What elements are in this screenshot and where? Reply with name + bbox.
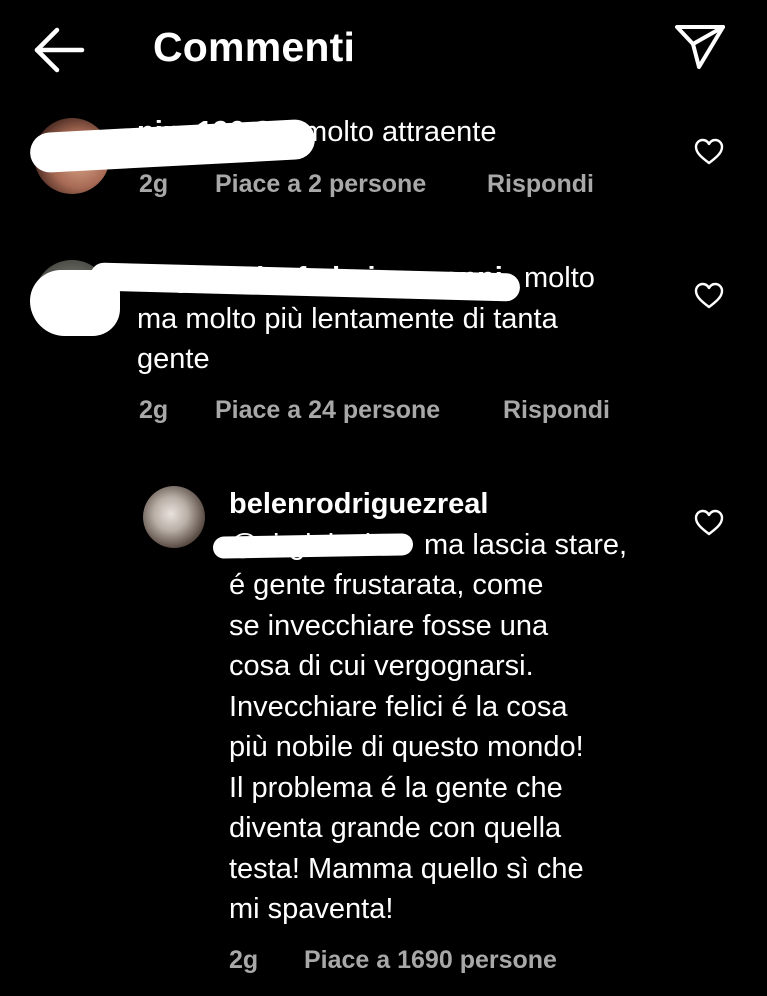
- heart-icon[interactable]: [694, 509, 724, 537]
- comment-body-line: Invecchiare felici é la cosa: [229, 690, 568, 723]
- comment-body-line: Il problema é la gente che: [229, 771, 563, 804]
- comment-likes[interactable]: Piace a 24 persone: [215, 396, 440, 425]
- reply-button[interactable]: Rispondi: [487, 170, 594, 199]
- direct-message-send-icon[interactable]: [672, 22, 728, 72]
- comment-body-line: mi spaventa!: [229, 893, 394, 925]
- reply-button[interactable]: Rispondi: [503, 396, 610, 425]
- comment-time: 2g: [139, 396, 169, 424]
- redaction-scribble: [212, 533, 414, 559]
- comment-likes[interactable]: Piace a 2 persone: [215, 170, 426, 199]
- page-title: Commenti: [153, 24, 356, 70]
- comment-body-line: molto: [524, 262, 595, 294]
- comment-item: pina196 Sei molto attraente 2g Piace a 2…: [0, 110, 767, 220]
- comments-screen: Commenti pina196 Sei molto attraente 2g …: [0, 0, 767, 996]
- comment-body-line: gente: [137, 343, 210, 375]
- comment-time: 2g: [139, 170, 169, 198]
- comment-username[interactable]: belenrodriguezreal: [229, 484, 669, 525]
- comment-time: 2g: [229, 946, 259, 974]
- heart-icon[interactable]: [694, 282, 724, 310]
- header-bar: Commenti: [0, 0, 767, 100]
- comment-likes[interactable]: Piace a 1690 persone: [304, 946, 557, 975]
- comment-body-line: ma lascia stare,: [424, 528, 628, 561]
- comment-body-line: é gente frustarata, come: [229, 569, 544, 601]
- comment-body-line: se invecchiare fosse una: [229, 609, 549, 642]
- comment-body-line: diventa grande con quella: [229, 812, 562, 844]
- comment-body-line: ma molto più lentamente di tanta: [137, 302, 558, 335]
- comment-body-line: testa! Mamma quello sì che: [229, 852, 584, 885]
- avatar[interactable]: [143, 486, 205, 548]
- comment-body-line: più nobile di questo mondo!: [229, 731, 584, 763]
- comment-item: virginiacia_federico_pappi molto ma molt…: [0, 250, 767, 440]
- comment-body-line: cosa di cui vergognarsi.: [229, 650, 534, 682]
- reply-comment-item: belenrodriguezreal @virginiacia ma lasci…: [0, 480, 767, 990]
- back-arrow-icon[interactable]: [32, 26, 88, 74]
- comment-meta: 2g Piace a 24 persone Rispondi: [139, 396, 659, 428]
- comment-meta: 2g Piace a 1690 persone: [229, 946, 669, 978]
- comment-meta: 2g Piace a 2 persone Rispondi: [139, 170, 659, 202]
- heart-icon[interactable]: [694, 138, 724, 166]
